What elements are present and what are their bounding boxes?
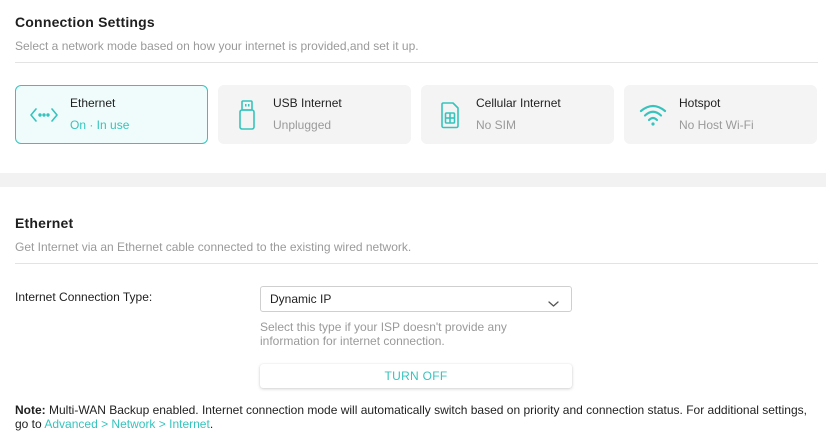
multi-wan-note: Note: Multi-WAN Backup enabled. Internet… <box>15 403 815 431</box>
sim-card-icon <box>436 98 464 132</box>
mode-status: No Host Wi-Fi <box>679 118 754 132</box>
mode-status: No SIM <box>476 118 517 132</box>
mode-name: USB Internet <box>273 96 342 110</box>
mode-name: Cellular Internet <box>476 96 561 110</box>
mode-name: Hotspot <box>679 96 721 110</box>
wifi-icon <box>639 98 667 132</box>
note-suffix: . <box>209 417 214 431</box>
connection-type-value: Dynamic IP <box>270 292 332 306</box>
mode-card-usb-internet[interactable]: USB Internet Unplugged <box>218 85 411 144</box>
advanced-network-internet-link[interactable]: Advanced > Network > Internet <box>44 417 209 431</box>
usb-icon <box>233 98 261 132</box>
connection-type-select[interactable]: Dynamic IP <box>260 286 572 312</box>
connection-settings-description: Select a network mode based on how your … <box>15 39 419 53</box>
ethernet-icon <box>30 98 58 132</box>
turn-off-button[interactable]: TURN OFF <box>260 364 572 388</box>
network-mode-cards: Ethernet On · In use USB Internet Unplug… <box>15 85 818 144</box>
mode-status: On · In use <box>70 118 130 132</box>
mode-status: Unplugged <box>273 118 332 132</box>
note-prefix: Note: <box>15 403 46 417</box>
divider <box>15 62 818 63</box>
ethernet-description: Get Internet via an Ethernet cable conne… <box>15 240 412 254</box>
connection-type-hint: Select this type if your ISP doesn't pro… <box>260 320 507 348</box>
mode-card-ethernet[interactable]: Ethernet On · In use <box>15 85 208 144</box>
connection-type-label: Internet Connection Type: <box>15 290 153 304</box>
mode-card-hotspot[interactable]: Hotspot No Host Wi-Fi <box>624 85 817 144</box>
divider <box>15 263 818 264</box>
connection-settings-title: Connection Settings <box>15 14 155 30</box>
section-separator <box>0 173 826 187</box>
mode-card-cellular-internet[interactable]: Cellular Internet No SIM <box>421 85 614 144</box>
chevron-down-icon <box>548 295 559 307</box>
ethernet-title: Ethernet <box>15 215 74 231</box>
mode-name: Ethernet <box>70 96 116 110</box>
